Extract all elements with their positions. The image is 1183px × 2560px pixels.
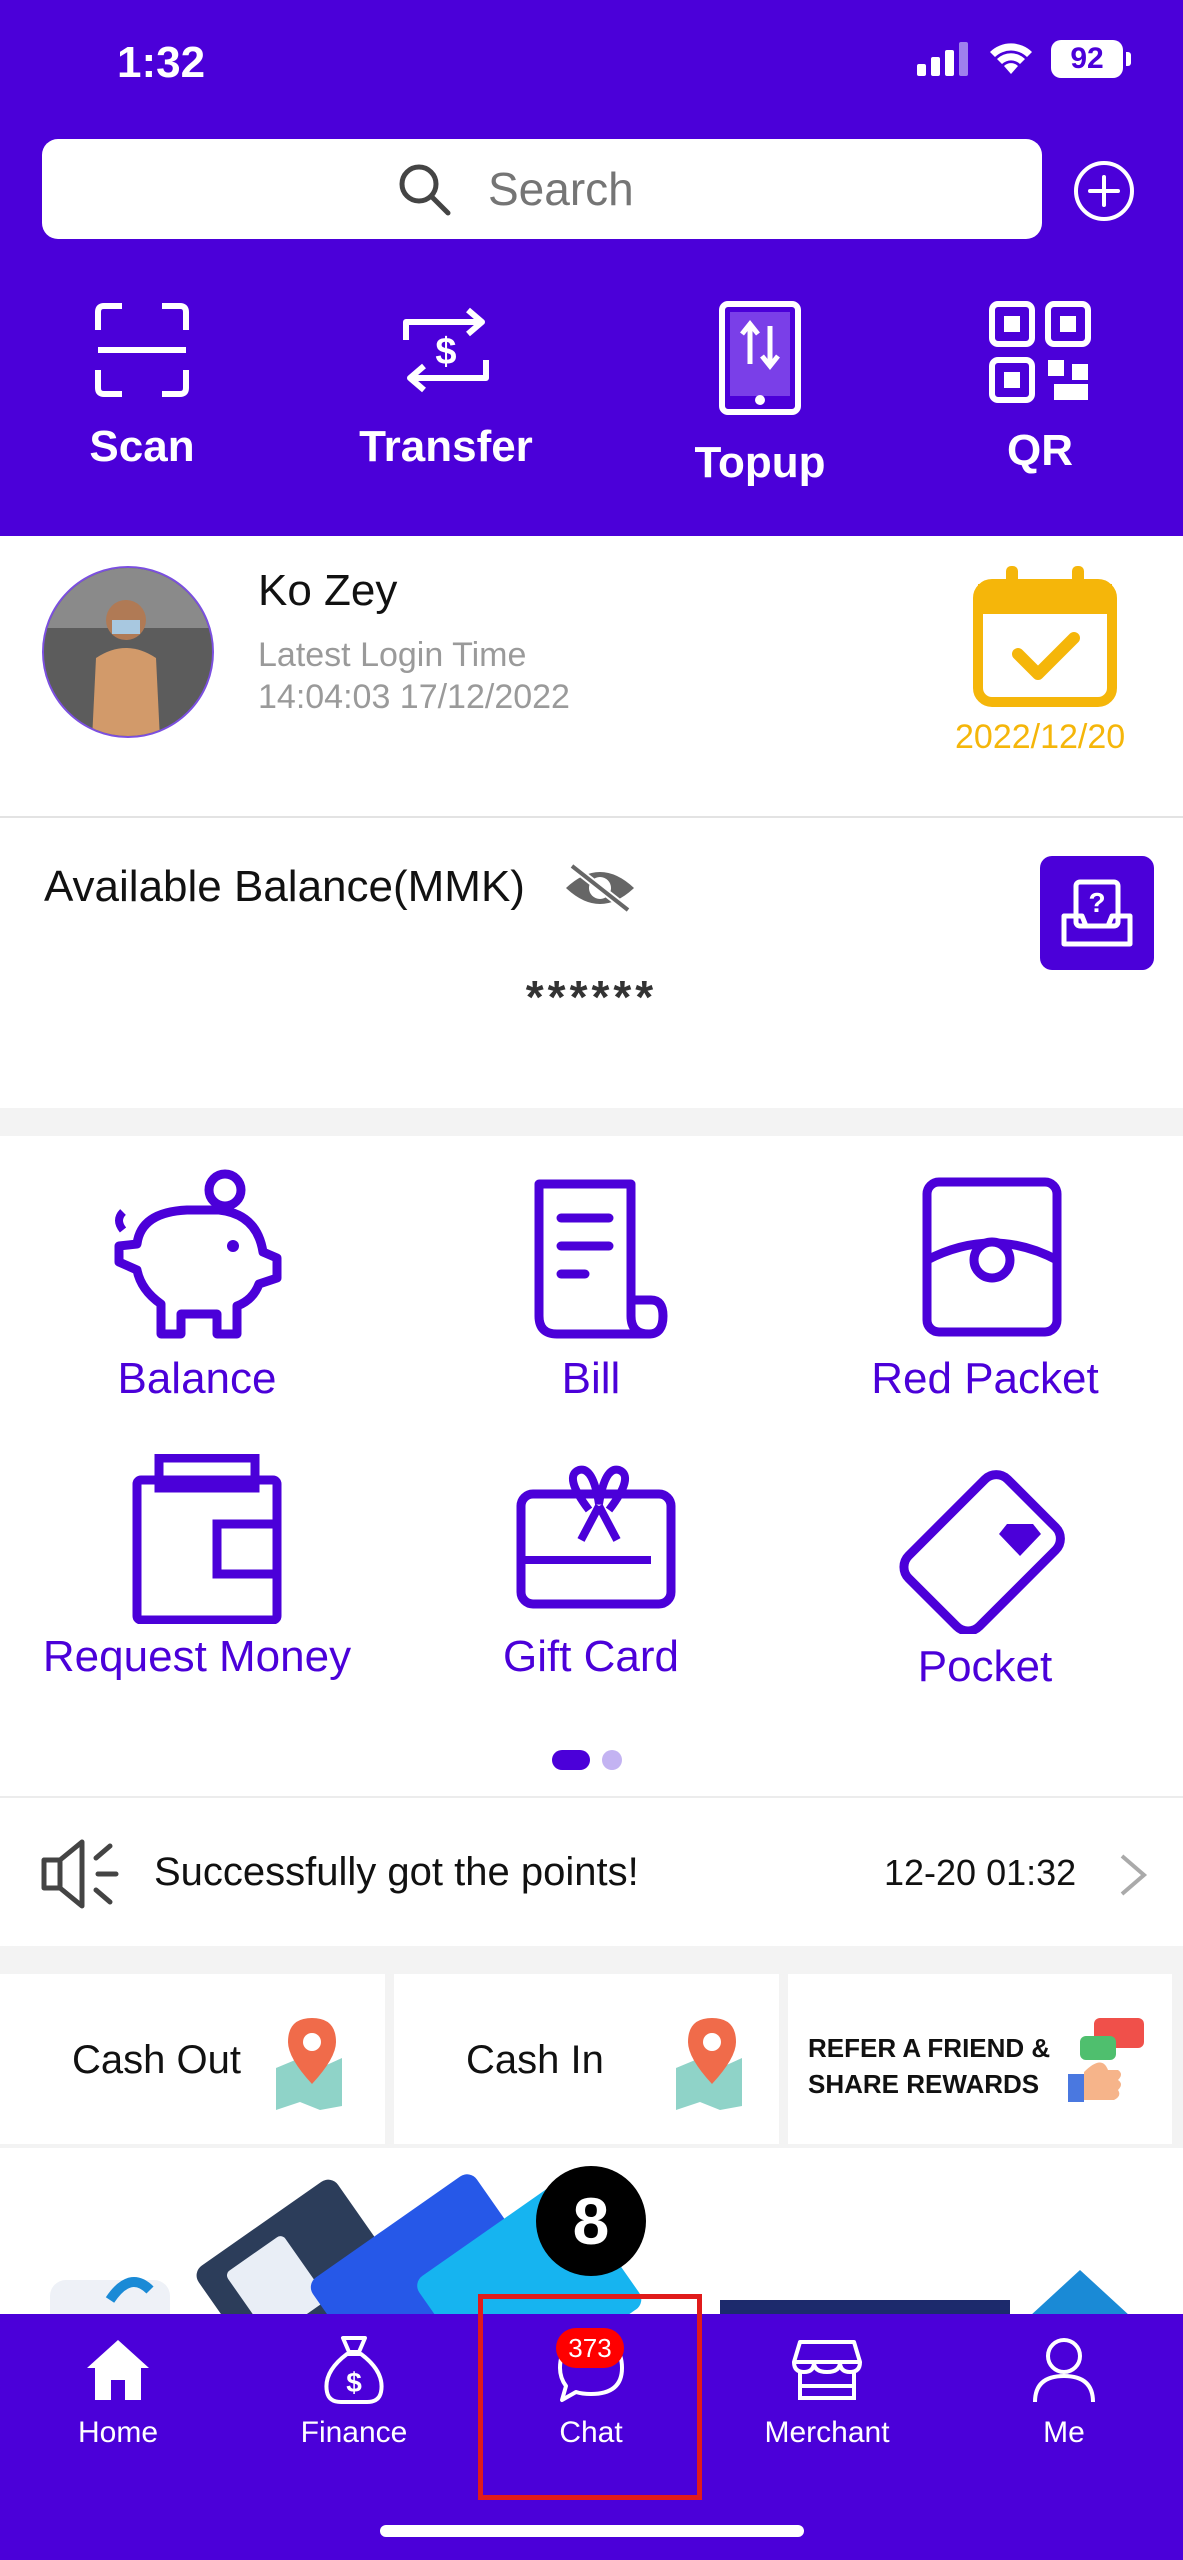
page-indicator (552, 1750, 622, 1770)
money-bag-icon: $ (324, 2336, 384, 2404)
wifi-icon (990, 43, 1032, 74)
home-icon (87, 2340, 149, 2400)
banner-cash-in[interactable]: Cash In (394, 1974, 779, 2144)
map-pin-icon (676, 2018, 742, 2110)
scan-label: Scan (89, 422, 195, 471)
service-red-packet-label: Red Packet (871, 1354, 1099, 1403)
service-bill-label: Bill (561, 1354, 621, 1403)
tab-me[interactable]: Me (946, 2332, 1182, 2450)
add-circle-icon[interactable] (1073, 160, 1135, 222)
tab-me-label: Me (1043, 2416, 1085, 2449)
diamond-card-icon (899, 1470, 1065, 1634)
gift-card-icon (516, 1465, 676, 1609)
chat-bubbles-icon (1068, 2018, 1144, 2102)
red-packet-icon (922, 1177, 1062, 1337)
balance-label: Available Balance(MMK) (44, 862, 525, 911)
search-bar[interactable] (42, 139, 1042, 239)
search-input[interactable] (488, 162, 688, 216)
refer-line-1: REFER A FRIEND & (808, 2033, 1051, 2063)
service-pocket-label: Pocket (917, 1642, 1053, 1691)
svg-text:$: $ (346, 2367, 362, 2398)
calendar-check-icon[interactable] (970, 562, 1120, 712)
service-gift-card[interactable]: Gift Card (394, 1454, 788, 1682)
balance-value: ****** (525, 971, 658, 1023)
chevron-right-icon (1120, 1854, 1148, 1896)
transfer-label: Transfer (359, 422, 533, 471)
topup-label: Topup (694, 438, 826, 487)
service-red-packet[interactable]: Red Packet (788, 1166, 1182, 1404)
services-grid: Balance Bill Red Packet Request Money Gi… (0, 1136, 1183, 1756)
balance-card: Available Balance(MMK) ****** ? (0, 820, 1183, 1110)
service-balance[interactable]: Balance (0, 1166, 394, 1404)
tab-finance[interactable]: $ Finance (236, 2332, 472, 2450)
status-time: 1:32 (117, 38, 206, 87)
service-request-money-label: Request Money (42, 1632, 352, 1681)
piggy-bank-icon (114, 1169, 282, 1339)
profile-name: Ko Zey (258, 566, 398, 615)
search-icon (399, 164, 451, 216)
qr-button[interactable]: QR (920, 300, 1160, 476)
service-request-money[interactable]: Request Money (0, 1454, 394, 1682)
tab-home[interactable]: Home (0, 2332, 236, 2450)
notice-time: 12-20 01:32 (884, 1852, 1077, 1893)
bill-icon (534, 1179, 668, 1339)
scan-button[interactable]: Scan (22, 300, 262, 472)
status-icons: 92 (917, 40, 1131, 78)
service-bill[interactable]: Bill (394, 1166, 788, 1404)
speaker-icon (41, 1839, 119, 1909)
section-divider (0, 1946, 1183, 1970)
help-button[interactable]: ? (1040, 856, 1154, 970)
promo-banners: Cash Out Cash In REFER A FRIEND & SHARE … (0, 1970, 1183, 2148)
qr-icon (989, 301, 1091, 403)
banner-cash-in-label: Cash In (466, 2038, 604, 2082)
section-divider (0, 1108, 1183, 1136)
service-balance-label: Balance (117, 1354, 277, 1403)
battery-indicator: 92 (1051, 40, 1131, 78)
login-time-label: Latest Login Time (258, 636, 527, 674)
tab-merchant-label: Merchant (764, 2416, 890, 2449)
banner-refer-friend[interactable]: REFER A FRIEND & SHARE REWARDS (788, 1974, 1172, 2144)
highlight-box (478, 2294, 702, 2500)
app-header: 1:32 92 Scan (0, 0, 1183, 536)
page-dot-active (552, 1750, 590, 1770)
map-pin-icon (276, 2018, 342, 2110)
home-indicator (380, 2525, 804, 2537)
service-gift-card-label: Gift Card (502, 1632, 680, 1681)
notice-bar[interactable]: Successfully got the points! 12-20 01:32 (0, 1796, 1183, 1946)
banner-cash-out[interactable]: Cash Out (0, 1974, 385, 2144)
scan-icon (95, 303, 189, 397)
svg-text:$: $ (435, 331, 456, 373)
wallet-icon (132, 1454, 282, 1624)
calendar-date: 2022/12/20 (955, 718, 1126, 756)
topup-button[interactable]: Topup (640, 300, 880, 488)
service-pocket[interactable]: Pocket (788, 1454, 1182, 1692)
login-time-value: 14:04:03 17/12/2022 (258, 678, 570, 716)
refer-line-2: SHARE REWARDS (808, 2069, 1040, 2099)
banner-cash-out-label: Cash Out (72, 2038, 241, 2082)
avatar-photo (44, 568, 212, 736)
help-inbox-icon: ? (1061, 879, 1133, 947)
notice-text: Successfully got the points! (154, 1850, 639, 1894)
qr-label: QR (1007, 426, 1073, 475)
avatar[interactable] (42, 566, 214, 738)
transfer-icon: $ (403, 307, 489, 393)
tab-home-label: Home (77, 2416, 159, 2449)
tab-merchant[interactable]: Merchant (709, 2332, 945, 2450)
tab-finance-label: Finance (300, 2416, 408, 2449)
quick-actions: Scan $ Transfer Topup QR (0, 300, 1183, 500)
banner-refer-label: REFER A FRIEND & SHARE REWARDS (808, 2030, 1050, 2102)
profile-card[interactable]: Ko Zey Latest Login Time 14:04:03 17/12/… (0, 536, 1183, 818)
page-dot (602, 1750, 622, 1770)
transfer-button[interactable]: $ Transfer (326, 300, 566, 472)
store-icon (792, 2340, 862, 2400)
step-marker: 8 (536, 2166, 646, 2276)
signal-icon (917, 42, 968, 76)
person-icon (1033, 2338, 1095, 2403)
eye-hidden-icon[interactable] (562, 860, 638, 916)
topup-icon (719, 301, 801, 415)
svg-text:?: ? (1088, 887, 1105, 918)
